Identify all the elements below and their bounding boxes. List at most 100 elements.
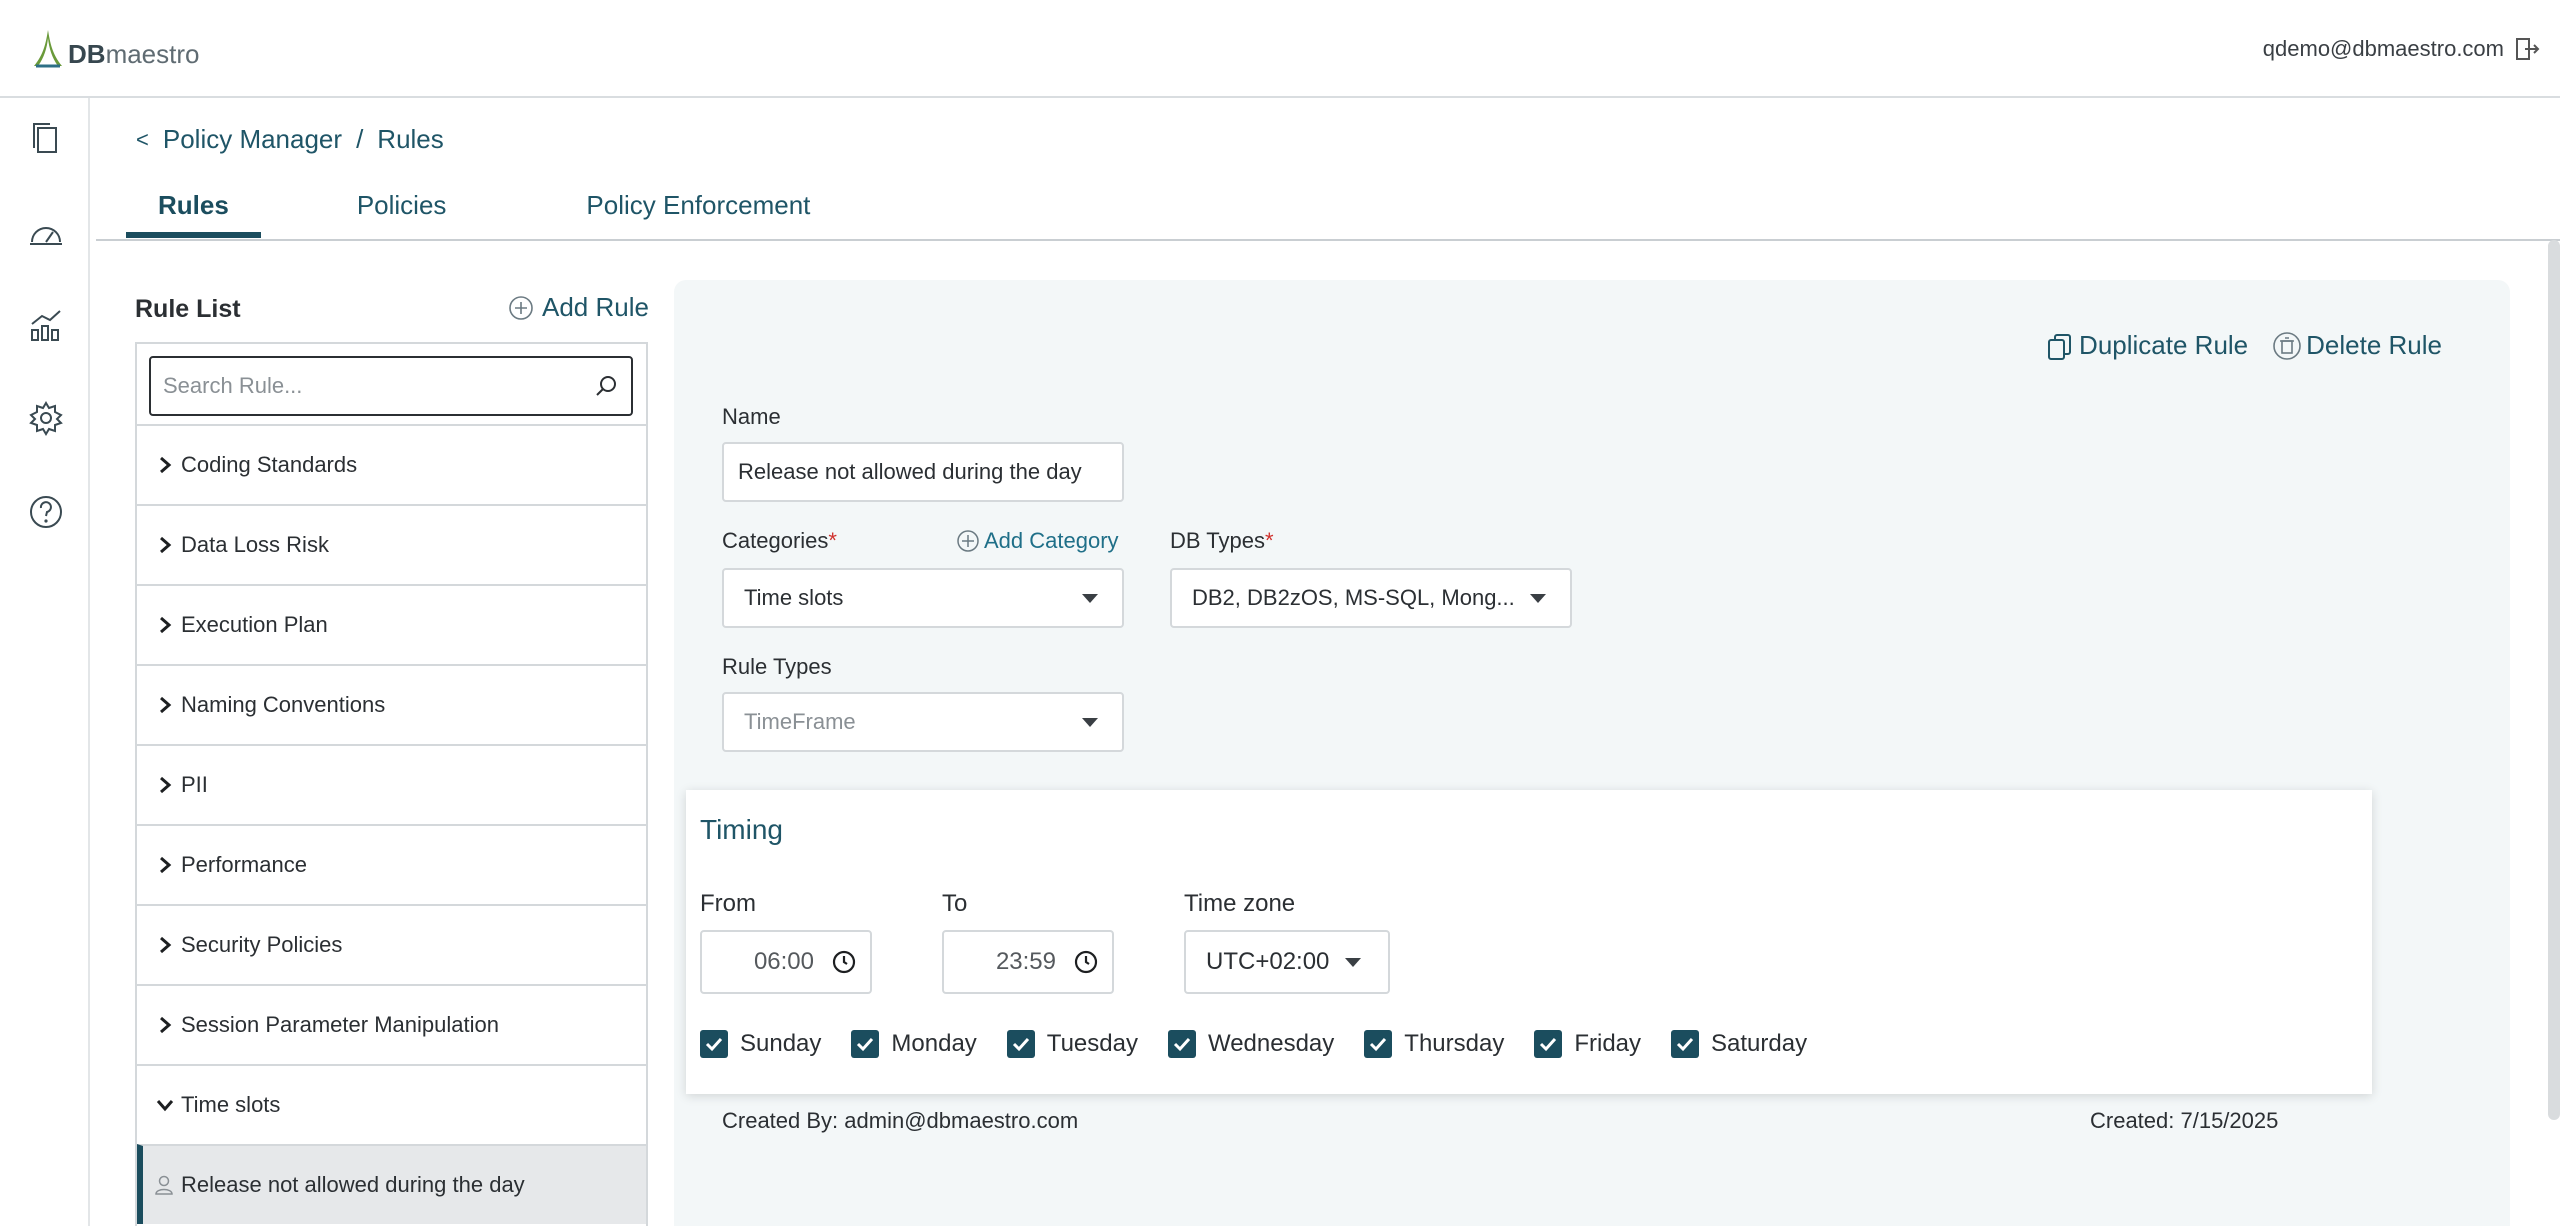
day-friday[interactable]: Friday [1534, 1030, 1641, 1058]
clock-icon[interactable] [1074, 950, 1098, 974]
day-label: Tuesday [1046, 1030, 1138, 1057]
name-label: Name [722, 404, 781, 429]
rule-list-title: Rule List [135, 295, 241, 323]
user-icon [155, 1175, 173, 1195]
chevron-down-icon [1082, 593, 1098, 603]
categories-label: Categories* [722, 528, 837, 553]
add-circle-icon [957, 530, 979, 552]
day-thursday[interactable]: Thursday [1364, 1030, 1504, 1058]
delete-rule-button[interactable]: Delete Rule [2272, 330, 2442, 361]
day-label: Monday [891, 1030, 977, 1057]
timezone-select[interactable]: UTC+02:00 [1184, 930, 1390, 994]
search-icon[interactable] [593, 373, 619, 399]
category-label: Performance [181, 852, 307, 877]
day-monday[interactable]: Monday [851, 1030, 977, 1058]
to-time-input[interactable]: 23:59 [942, 930, 1114, 994]
db-types-value: DB2, DB2zOS, MS-SQL, Mong... [1192, 585, 1515, 610]
rule-types-label: Rule Types [722, 654, 832, 679]
db-types-select[interactable]: DB2, DB2zOS, MS-SQL, Mong... [1170, 568, 1572, 628]
rule-item-selected[interactable]: Release not allowed during the day [137, 1144, 646, 1224]
rule-actions: Duplicate Rule Delete Rule [2045, 330, 2442, 361]
timing-card: Timing From 06:00 To 23:59 Time zone UTC… [686, 790, 2372, 1094]
chevron-right-icon [160, 536, 172, 554]
breadcrumb: < Policy Manager / Rules [136, 124, 444, 155]
category-coding-standards[interactable]: Coding Standards [137, 424, 646, 504]
duplicate-rule-button[interactable]: Duplicate Rule [2045, 330, 2248, 361]
db-types-label: DB Types* [1170, 528, 1274, 553]
add-category-button[interactable]: Add Category [956, 528, 1119, 554]
day-sunday[interactable]: Sunday [700, 1030, 821, 1058]
breadcrumb-parent[interactable]: Policy Manager [163, 124, 342, 155]
rule-types-value: TimeFrame [744, 709, 856, 734]
category-performance[interactable]: Performance [137, 824, 646, 904]
category-time-slots[interactable]: Time slots [137, 1064, 646, 1144]
tab-policies[interactable]: Policies [325, 186, 479, 238]
checkbox-checked-icon[interactable] [1167, 1030, 1196, 1058]
tab-policy-enforcement[interactable]: Policy Enforcement [554, 186, 842, 238]
help-icon[interactable] [28, 494, 64, 530]
chevron-right-icon [160, 776, 172, 794]
category-execution-plan[interactable]: Execution Plan [137, 584, 646, 664]
category-label: Security Policies [181, 932, 343, 957]
tab-rules[interactable]: Rules [126, 186, 261, 238]
top-bar: DB maestro qdemo@dbmaestro.com [0, 0, 2560, 98]
day-label: Thursday [1404, 1030, 1505, 1057]
day-wednesday[interactable]: Wednesday [1167, 1030, 1335, 1058]
rule-name-value: Release not allowed during the day [738, 459, 1082, 484]
add-category-label: Add Category [984, 528, 1119, 553]
chevron-right-icon [160, 456, 172, 474]
checkbox-checked-icon[interactable] [1006, 1030, 1035, 1058]
chevron-right-icon [160, 616, 172, 634]
add-rule-label: Add Rule [542, 292, 649, 322]
category-label: Session Parameter Manipulation [181, 1012, 499, 1037]
category-naming-conventions[interactable]: Naming Conventions [137, 664, 646, 744]
category-session-parameter-manipulation[interactable]: Session Parameter Manipulation [137, 984, 646, 1064]
from-time-input[interactable]: 06:00 [700, 930, 872, 994]
rule-item-label: Release not allowed during the day [181, 1172, 525, 1197]
day-tuesday[interactable]: Tuesday [1006, 1030, 1138, 1058]
trash-icon [2273, 331, 2301, 360]
category-pii[interactable]: PII [137, 744, 646, 824]
dbmaestro-logo[interactable]: DB maestro [30, 28, 199, 70]
gear-icon[interactable] [28, 400, 64, 436]
rule-types-select: TimeFrame [722, 692, 1124, 752]
category-data-loss-risk[interactable]: Data Loss Risk [137, 504, 646, 584]
user-area: qdemo@dbmaestro.com [2263, 36, 2540, 62]
category-label: Time slots [181, 1092, 281, 1117]
logo-text-maestro: maestro [105, 39, 200, 69]
day-saturday[interactable]: Saturday [1671, 1030, 1807, 1058]
add-circle-icon [509, 295, 533, 320]
back-link[interactable]: < [136, 127, 149, 153]
chevron-down-icon [156, 1100, 174, 1112]
day-label: Wednesday [1207, 1030, 1335, 1057]
category-label: Coding Standards [181, 452, 358, 477]
chevron-right-icon [160, 936, 172, 954]
page-scrollbar[interactable] [2548, 240, 2560, 1120]
checkbox-checked-icon[interactable] [700, 1030, 728, 1058]
timezone-value: UTC+02:00 [1206, 948, 1330, 975]
search-placeholder: Search Rule... [163, 373, 303, 398]
checkbox-checked-icon[interactable] [1671, 1030, 1700, 1058]
categories-select[interactable]: Time slots [722, 568, 1124, 628]
rule-name-input[interactable]: Release not allowed during the day [722, 442, 1124, 502]
category-security-policies[interactable]: Security Policies [137, 904, 646, 984]
chevron-right-icon [160, 856, 172, 874]
day-label: Sunday [740, 1030, 822, 1057]
rule-list-panel: Search Rule... Coding Standards Data Los… [135, 342, 648, 1226]
checkbox-checked-icon[interactable] [851, 1030, 880, 1058]
clock-icon[interactable] [832, 950, 856, 974]
chevron-right-icon [160, 696, 172, 714]
add-rule-button[interactable]: Add Rule [508, 292, 649, 323]
day-label: Friday [1574, 1030, 1642, 1057]
to-time-value: 23:59 [995, 948, 1056, 975]
gauge-icon[interactable] [28, 216, 64, 252]
checkbox-checked-icon[interactable] [1364, 1030, 1393, 1058]
logo-text-db: DB [68, 39, 106, 69]
logout-icon[interactable] [2514, 36, 2540, 62]
copy-pages-icon[interactable] [28, 120, 64, 156]
search-rule-input[interactable]: Search Rule... [149, 356, 633, 416]
chevron-down-icon [1082, 717, 1098, 727]
checkbox-checked-icon[interactable] [1534, 1030, 1563, 1058]
analytics-chart-icon[interactable] [28, 308, 64, 344]
required-mark: * [1264, 528, 1274, 553]
